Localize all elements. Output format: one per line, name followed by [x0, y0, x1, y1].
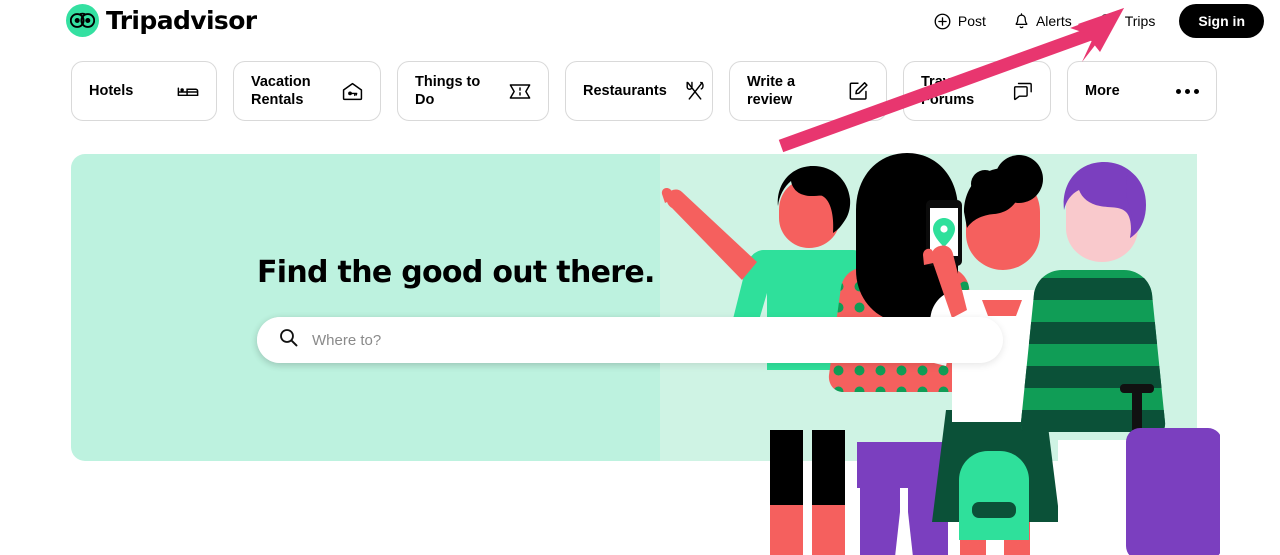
- tripadvisor-owl-icon: [66, 4, 99, 37]
- nav-label-restaurants: Restaurants: [583, 82, 667, 99]
- nav-label-write-a-review: Write a review: [747, 73, 796, 108]
- trips-label: Trips: [1124, 13, 1156, 29]
- speech-bubbles-icon: [1013, 82, 1033, 101]
- header-actions: Post Alerts Trips Sign in: [920, 0, 1264, 42]
- nav-label-things-to-do: Things to Do: [415, 73, 481, 108]
- tripadvisor-homepage: Tripadvisor Post Alerts Trips Sign in Ho…: [0, 0, 1280, 555]
- plus-circle-icon: [934, 13, 951, 30]
- nav-label-hotels: Hotels: [89, 82, 134, 99]
- fork-knife-icon: [685, 81, 705, 101]
- ellipsis-icon: [1176, 88, 1199, 94]
- ticket-icon: [509, 83, 531, 100]
- house-key-icon: [342, 82, 363, 101]
- search-placeholder: Where to?: [312, 331, 382, 349]
- alerts-button[interactable]: Alerts: [1000, 0, 1086, 42]
- nav-item-restaurants[interactable]: Restaurants: [565, 61, 713, 121]
- bed-icon: [177, 83, 199, 99]
- site-header: Tripadvisor Post Alerts Trips Sign in: [0, 0, 1280, 42]
- nav-item-hotels[interactable]: Hotels: [71, 61, 217, 121]
- brand-name: Tripadvisor: [106, 6, 257, 35]
- nav-label-vacation-rentals: Vacation Rentals: [251, 73, 311, 108]
- sign-in-button[interactable]: Sign in: [1179, 4, 1264, 38]
- post-button[interactable]: Post: [920, 0, 1000, 42]
- nav-label-more: More: [1085, 82, 1120, 99]
- nav-item-write-a-review[interactable]: Write a review: [729, 61, 887, 121]
- pencil-square-icon: [849, 81, 869, 101]
- nav-item-more[interactable]: More: [1067, 61, 1217, 121]
- nav-item-travel-forums[interactable]: Travel Forums: [903, 61, 1051, 121]
- heart-icon: [1100, 13, 1118, 29]
- nav-item-vacation-rentals[interactable]: Vacation Rentals: [233, 61, 381, 121]
- search-input-overlay[interactable]: Where to?: [257, 317, 1003, 363]
- category-nav: Hotels Vacation Rentals Things to Do Res…: [71, 61, 1217, 121]
- post-label: Post: [957, 13, 986, 29]
- alerts-label: Alerts: [1035, 13, 1072, 29]
- hero-headline: Find the good out there.: [257, 255, 655, 290]
- nav-label-travel-forums: Travel Forums: [921, 73, 975, 108]
- nav-item-things-to-do[interactable]: Things to Do: [397, 61, 549, 121]
- trips-button[interactable]: Trips: [1086, 0, 1170, 42]
- bell-icon: [1014, 12, 1029, 30]
- search-icon: [279, 328, 298, 352]
- brand-logo[interactable]: Tripadvisor: [66, 4, 257, 37]
